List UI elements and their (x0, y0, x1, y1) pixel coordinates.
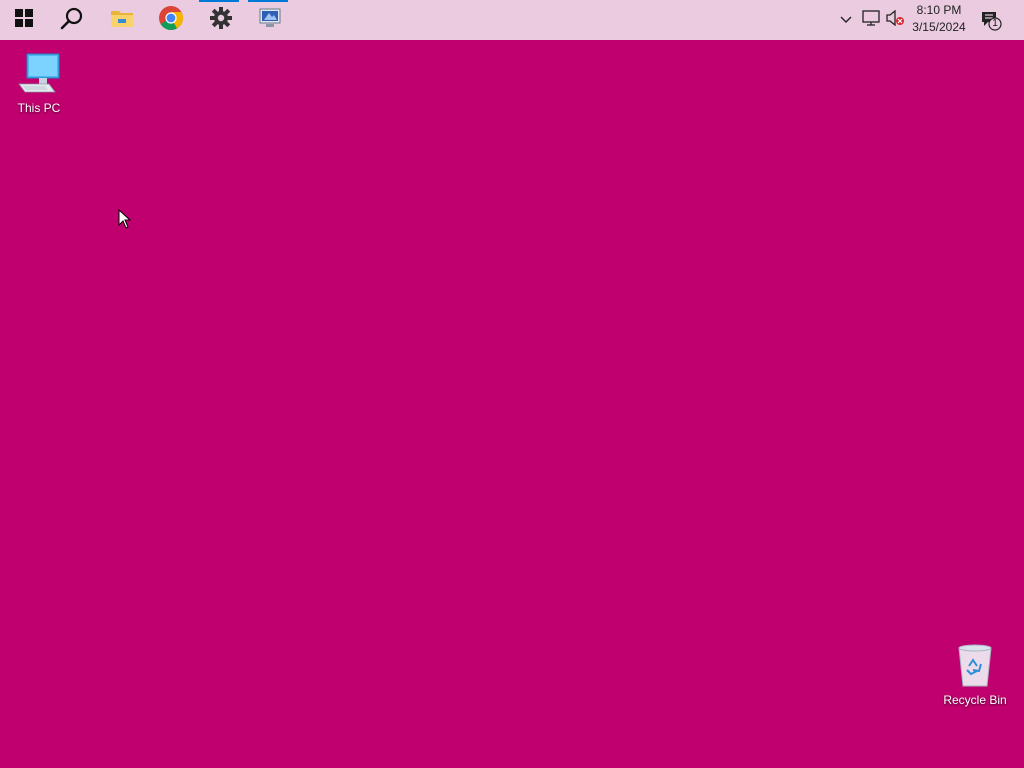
active-indicator (199, 0, 239, 2)
start-button[interactable] (0, 0, 48, 40)
chrome-icon (158, 5, 184, 36)
action-center-button[interactable]: 1 (978, 0, 1004, 40)
clock-date: 3/15/2024 (912, 20, 966, 34)
notification-icon: 1 (980, 9, 1002, 31)
this-pc-label: This PC (17, 101, 61, 115)
chrome-button[interactable] (147, 0, 195, 40)
chevron-up-icon (840, 11, 852, 29)
remote-desktop-button[interactable] (246, 0, 294, 40)
gear-icon (210, 6, 232, 34)
show-hidden-icons-button[interactable] (836, 0, 856, 40)
search-button[interactable] (48, 0, 96, 40)
file-explorer-button[interactable] (98, 0, 146, 40)
folder-icon (110, 7, 134, 34)
volume-muted-icon (885, 9, 905, 31)
recycle-bin-icon (953, 642, 997, 688)
remote-desktop-icon (258, 7, 282, 34)
network-icon (862, 9, 880, 31)
settings-button[interactable] (197, 0, 245, 40)
recycle-bin-label: Recycle Bin (943, 693, 1007, 707)
notification-badge: 1 (992, 18, 998, 29)
search-icon (60, 6, 84, 35)
computer-icon (15, 50, 63, 96)
volume-button[interactable] (884, 0, 906, 40)
recycle-bin-desktop-icon[interactable]: Recycle Bin (938, 642, 1012, 707)
network-button[interactable] (860, 0, 882, 40)
active-indicator (248, 0, 288, 2)
this-pc-desktop-icon[interactable]: This PC (2, 50, 76, 115)
windows-logo-icon (15, 8, 33, 32)
clock-time: 8:10 PM (916, 3, 962, 17)
mouse-pointer-icon (118, 208, 132, 234)
clock[interactable]: 8:10 PM 3/15/2024 (906, 2, 972, 38)
taskbar: 8:10 PM 3/15/2024 1 (0, 0, 1024, 40)
